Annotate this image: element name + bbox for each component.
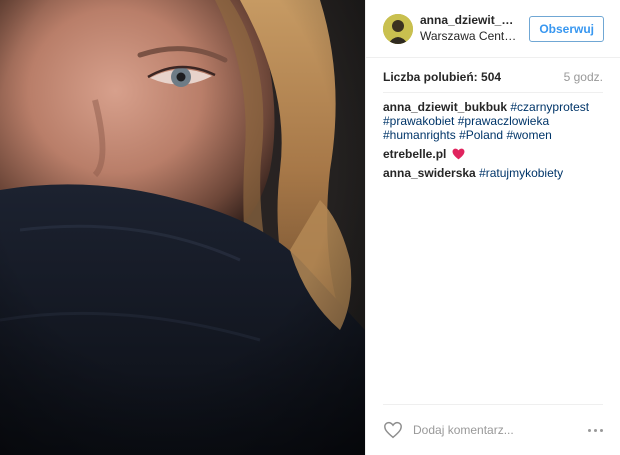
- post-timestamp[interactable]: 5 godz.: [564, 70, 603, 84]
- comment-username[interactable]: anna_swiderska: [383, 166, 476, 180]
- more-options-icon[interactable]: [588, 428, 603, 432]
- portrait-photo: [0, 0, 365, 455]
- likes-row: Liczba polubień: 504 5 godz.: [383, 70, 603, 84]
- post-side-panel: anna_dziewit_bukbuk Warszawa Centrum Obs…: [365, 0, 620, 455]
- instagram-post: anna_dziewit_bukbuk Warszawa Centrum Obs…: [0, 0, 620, 455]
- divider: [383, 92, 603, 93]
- comment-username[interactable]: etrebelle.pl: [383, 147, 446, 161]
- caption: anna_dziewit_bukbuk #czarnyprotest #praw…: [383, 100, 610, 142]
- hashtag-link[interactable]: #Poland: [459, 128, 503, 142]
- comment: anna_swiderska #ratujmykobiety: [383, 166, 610, 180]
- dot: [588, 428, 591, 432]
- hashtag-link[interactable]: #czarnyprotest: [510, 100, 589, 114]
- comment: etrebelle.pl: [383, 147, 610, 161]
- dot: [600, 428, 603, 432]
- hashtag-link[interactable]: #ratujmykobiety: [479, 166, 563, 180]
- post-header: anna_dziewit_bukbuk Warszawa Centrum Obs…: [366, 0, 620, 58]
- likes-summary[interactable]: Liczba polubień: 504: [383, 70, 501, 84]
- likes-label: Liczba polubień:: [383, 70, 478, 84]
- post-footer: Dodaj komentarz...: [383, 404, 603, 455]
- hashtag-link[interactable]: #prawakobiet: [383, 114, 454, 128]
- post-photo[interactable]: [0, 0, 365, 455]
- hashtag-link[interactable]: #women: [506, 128, 551, 142]
- red-heart-icon: [452, 148, 465, 160]
- hashtag-link[interactable]: #prawaczlowieka: [458, 114, 549, 128]
- hashtag-link[interactable]: #humanrights: [383, 128, 456, 142]
- user-block: anna_dziewit_bukbuk Warszawa Centrum: [420, 13, 520, 44]
- username-link[interactable]: anna_dziewit_bukbuk: [420, 13, 520, 28]
- caption-username[interactable]: anna_dziewit_bukbuk: [383, 100, 507, 114]
- likes-count: 504: [481, 70, 502, 84]
- avatar-image: [383, 13, 413, 44]
- location-link[interactable]: Warszawa Centrum: [420, 29, 520, 44]
- avatar[interactable]: [383, 13, 413, 44]
- comments-list: anna_dziewit_bukbuk #czarnyprotest #praw…: [383, 100, 610, 185]
- add-comment-input[interactable]: Dodaj komentarz...: [413, 423, 588, 437]
- dot: [594, 428, 597, 432]
- heart-outline-icon[interactable]: [383, 421, 403, 439]
- follow-button[interactable]: Obserwuj: [529, 15, 604, 42]
